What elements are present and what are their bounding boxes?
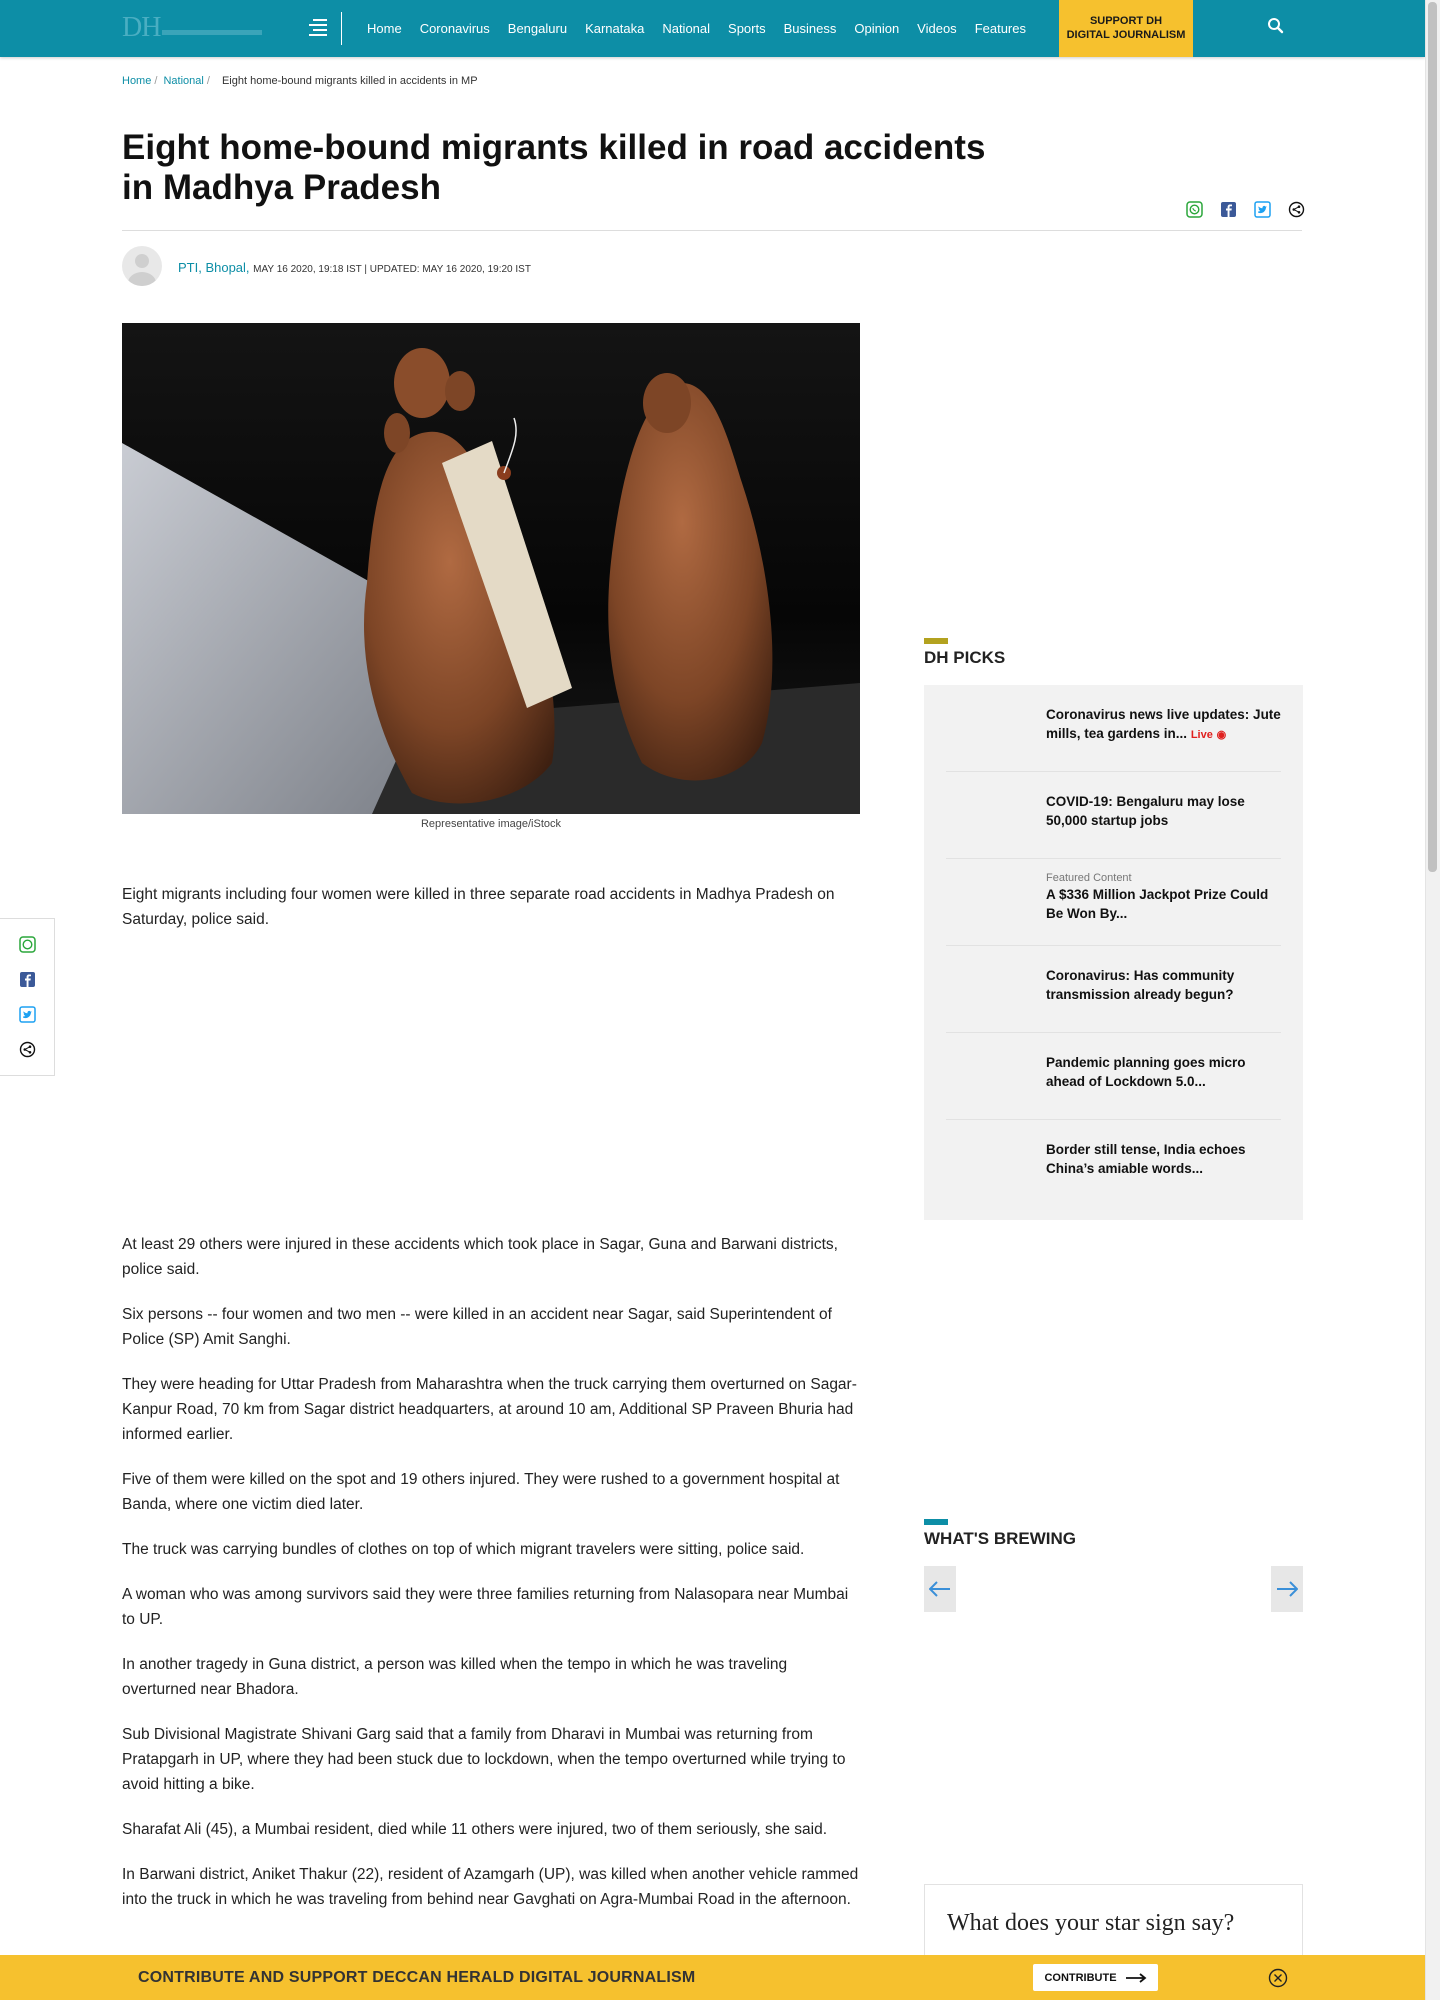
author-avatar — [122, 246, 162, 286]
published-time: MAY 16 2020, 19:18 IST — [253, 264, 362, 275]
pick-headline[interactable]: Pandemic planning goes micro ahead of Lo… — [1046, 1053, 1281, 1091]
article-paragraph: Five of them were killed on the spot and… — [122, 1471, 840, 1513]
whatsapp-icon[interactable] — [18, 935, 37, 954]
article-paragraph: In another tragedy in Guna district, a p… — [122, 1656, 788, 1698]
image-caption: Representative image/iStock — [420, 818, 561, 830]
article-paragraph: In Barwani district, Aniket Thakur (22),… — [122, 1866, 859, 1908]
featured-content-label: Featured Content — [1046, 872, 1132, 884]
dh-picks-list: Coronavirus news live updates: Jute mill… — [924, 685, 1303, 1220]
nav-karnataka[interactable]: Karnataka — [576, 21, 653, 36]
article-paragraph: Sharafat Ali (45), a Mumbai resident, di… — [122, 1821, 828, 1838]
nav-features[interactable]: Features — [966, 21, 1035, 36]
article-paragraph: A woman who was among survivors said the… — [122, 1586, 849, 1628]
article-paragraph: The truck was carrying bundles of clothe… — [122, 1541, 805, 1558]
pick-item[interactable]: Coronavirus: Has community transmission … — [946, 946, 1281, 1033]
article-paragraph: They were heading for Uttar Pradesh from… — [122, 1376, 857, 1443]
breadcrumb-home[interactable]: Home — [122, 75, 151, 87]
pick-thumbnail[interactable] — [946, 873, 1034, 933]
pick-item[interactable]: Border still tense, India echoes China’s… — [946, 1120, 1281, 1207]
contribute-banner: CONTRIBUTE AND SUPPORT DECCAN HERALD DIG… — [0, 1955, 1425, 2000]
pick-thumbnail[interactable] — [946, 960, 1034, 1020]
author-link[interactable]: PTI, Bhopal, — [178, 260, 250, 275]
facebook-icon[interactable] — [1219, 200, 1238, 219]
contribute-button[interactable]: CONTRIBUTE — [1033, 1964, 1158, 1991]
star-sign-headline[interactable]: What does your star sign say? — [947, 1909, 1267, 1937]
main-nav: Home Coronavirus Bengaluru Karnataka Nat… — [358, 0, 1035, 57]
close-icon[interactable] — [1268, 1968, 1288, 1988]
updated-time: UPDATED: MAY 16 2020, 19:20 IST — [369, 264, 531, 275]
banner-text: CONTRIBUTE AND SUPPORT DECCAN HERALD DIG… — [138, 1969, 696, 1986]
pick-headline[interactable]: Coronavirus: Has community transmission … — [1046, 966, 1281, 1004]
nav-videos[interactable]: Videos — [908, 21, 966, 36]
byline: PTI, Bhopal, MAY 16 2020, 19:18 IST | UP… — [178, 260, 531, 275]
search-icon[interactable] — [1266, 16, 1286, 36]
title-divider — [122, 230, 1302, 231]
nav-business[interactable]: Business — [775, 21, 846, 36]
pick-thumbnail[interactable] — [946, 699, 1034, 759]
article-title: Eight home-bound migrants killed in road… — [122, 128, 986, 207]
live-badge: Live — [1190, 729, 1213, 741]
nav-coronavirus[interactable]: Coronavirus — [411, 21, 499, 36]
whats-brewing-heading: WHAT'S BREWING — [924, 1529, 1076, 1548]
hero-image — [122, 323, 860, 814]
pick-item[interactable]: COVID-19: Bengaluru may lose 50,000 star… — [946, 772, 1281, 859]
deccan-herald-logo[interactable]: DH — [122, 12, 272, 46]
share-icon[interactable] — [1287, 200, 1306, 219]
pick-thumbnail[interactable] — [946, 1047, 1034, 1107]
article-lead-paragraph: Eight migrants including four women were… — [122, 886, 835, 928]
facebook-icon[interactable] — [18, 970, 37, 989]
top-navigation-bar: DH Home Coronavirus Bengaluru Karnataka … — [0, 0, 1425, 57]
nav-bengaluru[interactable]: Bengaluru — [499, 21, 576, 36]
brewing-accent-bar — [924, 1519, 948, 1525]
pick-thumbnail[interactable] — [946, 1134, 1034, 1194]
article-paragraph: Sub Divisional Magistrate Shivani Garg s… — [122, 1726, 846, 1793]
nav-home[interactable]: Home — [358, 21, 411, 36]
carousel-prev-button[interactable] — [924, 1566, 956, 1612]
pick-headline[interactable]: COVID-19: Bengaluru may lose 50,000 star… — [1046, 792, 1281, 830]
pick-headline[interactable]: A $336 Million Jackpot Prize Could Be Wo… — [1046, 887, 1268, 921]
dh-picks-heading: DH PICKS — [924, 648, 1006, 667]
breadcrumb-national[interactable]: National — [163, 75, 203, 87]
pick-item[interactable]: Featured Content A $336 Million Jackpot … — [946, 859, 1281, 946]
support-dh-button[interactable]: SUPPORT DH DIGITAL JOURNALISM — [1059, 0, 1193, 57]
nav-opinion[interactable]: Opinion — [845, 21, 908, 36]
arrow-right-icon — [1277, 1581, 1298, 1597]
article-paragraph: Six persons -- four women and two men --… — [122, 1306, 832, 1348]
hamburger-menu-icon[interactable] — [302, 12, 342, 45]
share-icon[interactable] — [18, 1040, 37, 1059]
scrollbar-thumb[interactable] — [1428, 2, 1437, 872]
carousel-next-button[interactable] — [1271, 1566, 1303, 1612]
twitter-icon[interactable] — [1253, 200, 1272, 219]
twitter-icon[interactable] — [18, 1005, 37, 1024]
breadcrumb-current: Eight home-bound migrants killed in acci… — [221, 75, 478, 87]
whatsapp-icon[interactable] — [1185, 200, 1204, 219]
breadcrumb: Home / National / Eight home-bound migrant… — [122, 75, 478, 87]
nav-sports[interactable]: Sports — [719, 21, 775, 36]
pick-thumbnail[interactable] — [946, 786, 1034, 846]
title-share-bar — [1185, 200, 1306, 219]
pick-item[interactable]: Pandemic planning goes micro ahead of Lo… — [946, 1033, 1281, 1120]
pick-item[interactable]: Coronavirus news live updates: Jute mill… — [946, 685, 1281, 772]
nav-national[interactable]: National — [653, 21, 719, 36]
pick-headline[interactable]: Coronavirus news live updates: Jute mill… — [1046, 707, 1281, 741]
article-paragraph: At least 29 others were injured in these… — [122, 1236, 838, 1278]
floating-share-bar — [0, 918, 55, 1076]
arrow-right-icon — [1125, 1972, 1146, 1983]
arrow-left-icon — [929, 1581, 950, 1597]
picks-accent-bar — [924, 638, 948, 644]
pick-headline[interactable]: Border still tense, India echoes China’s… — [1046, 1140, 1281, 1178]
live-dot-icon: ◉ — [1216, 729, 1227, 741]
